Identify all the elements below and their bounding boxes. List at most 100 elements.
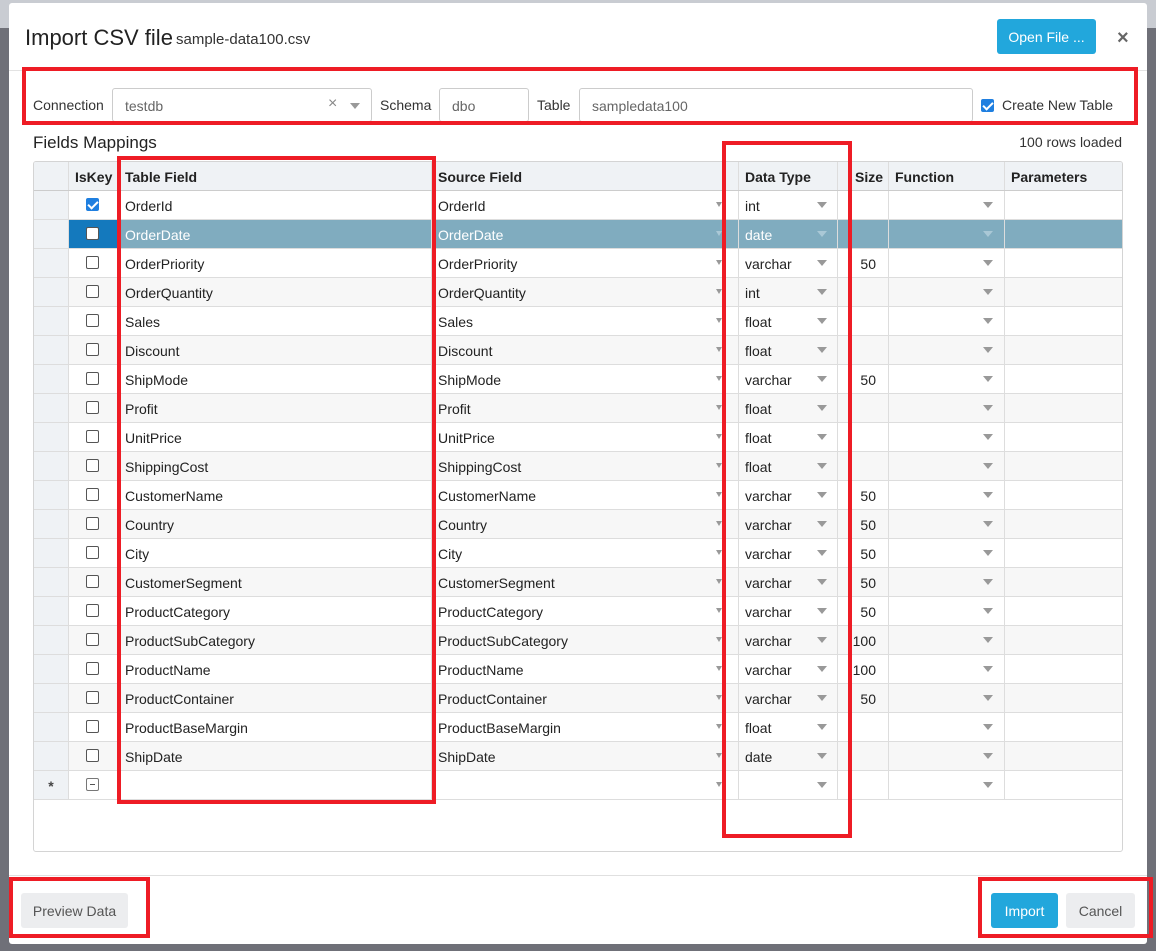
chevron-down-icon[interactable] <box>817 782 827 788</box>
chevron-down-icon[interactable] <box>716 405 722 410</box>
column-header-table-field[interactable]: Table Field <box>119 162 432 190</box>
table-field-cell[interactable]: ProductSubCategory <box>119 626 432 654</box>
size-cell[interactable]: 50 <box>838 597 889 625</box>
chevron-down-icon[interactable] <box>817 550 827 556</box>
row-header[interactable] <box>34 597 69 625</box>
preview-data-button[interactable]: Preview Data <box>21 893 128 928</box>
data-type-cell[interactable]: int <box>739 191 838 219</box>
function-cell[interactable] <box>889 249 1005 277</box>
chevron-down-icon[interactable] <box>716 637 722 642</box>
chevron-down-icon[interactable] <box>817 753 827 759</box>
chevron-down-icon[interactable] <box>716 202 722 207</box>
chevron-down-icon[interactable] <box>983 405 993 411</box>
table-field-cell[interactable]: ShipMode <box>119 365 432 393</box>
function-cell[interactable] <box>889 452 1005 480</box>
table-row[interactable]: ShipDate ShipDate date <box>34 742 1122 771</box>
chevron-down-icon[interactable] <box>983 753 993 759</box>
iskey-checkbox[interactable] <box>86 604 99 617</box>
chevron-down-icon[interactable] <box>817 260 827 266</box>
parameters-cell[interactable] <box>1005 336 1122 364</box>
row-header[interactable] <box>34 307 69 335</box>
chevron-down-icon[interactable] <box>983 782 993 788</box>
table-row[interactable]: ProductSubCategory ProductSubCategory varc… <box>34 626 1122 655</box>
chevron-down-icon[interactable] <box>716 521 722 526</box>
column-header-size[interactable]: Size <box>838 162 889 190</box>
chevron-down-icon[interactable] <box>983 463 993 469</box>
table-field-cell[interactable]: Discount <box>119 336 432 364</box>
table-row[interactable]: OrderId OrderId int <box>34 191 1122 220</box>
source-field-cell[interactable]: Discount <box>432 336 739 364</box>
parameters-cell[interactable] <box>1005 655 1122 683</box>
data-type-cell[interactable]: float <box>739 307 838 335</box>
iskey-checkbox[interactable] <box>86 662 99 675</box>
function-cell[interactable] <box>889 597 1005 625</box>
iskey-checkbox[interactable] <box>86 459 99 472</box>
chevron-down-icon[interactable] <box>716 376 722 381</box>
chevron-down-icon[interactable] <box>716 260 722 265</box>
source-field-cell[interactable]: UnitPrice <box>432 423 739 451</box>
chevron-down-icon[interactable] <box>716 724 722 729</box>
table-row[interactable]: Country Country varchar 50 <box>34 510 1122 539</box>
data-type-cell[interactable]: int <box>739 278 838 306</box>
size-cell[interactable]: 50 <box>838 684 889 712</box>
size-cell[interactable] <box>838 191 889 219</box>
chevron-down-icon[interactable] <box>716 347 722 352</box>
table-field-cell[interactable]: OrderId <box>119 191 432 219</box>
iskey-checkbox[interactable] <box>86 256 99 269</box>
size-cell[interactable] <box>838 713 889 741</box>
function-cell[interactable] <box>889 510 1005 538</box>
size-cell[interactable]: 50 <box>838 510 889 538</box>
chevron-down-icon[interactable] <box>983 521 993 527</box>
parameters-cell[interactable] <box>1005 626 1122 654</box>
iskey-checkbox[interactable] <box>86 198 99 211</box>
row-header[interactable] <box>34 278 69 306</box>
parameters-cell[interactable] <box>1005 597 1122 625</box>
table-row[interactable]: UnitPrice UnitPrice float <box>34 423 1122 452</box>
parameters-cell[interactable] <box>1005 539 1122 567</box>
parameters-cell[interactable] <box>1005 452 1122 480</box>
table-row[interactable]: ProductCategory ProductCategory varchar 50 <box>34 597 1122 626</box>
chevron-down-icon[interactable] <box>817 608 827 614</box>
function-cell[interactable] <box>889 394 1005 422</box>
data-type-cell[interactable]: float <box>739 713 838 741</box>
row-header[interactable] <box>34 481 69 509</box>
chevron-down-icon[interactable] <box>716 434 722 439</box>
iskey-checkbox[interactable] <box>86 546 99 559</box>
table-row[interactable]: OrderQuantity OrderQuantity int <box>34 278 1122 307</box>
chevron-down-icon[interactable] <box>983 579 993 585</box>
chevron-down-icon[interactable] <box>817 202 827 208</box>
chevron-down-icon[interactable] <box>983 318 993 324</box>
data-type-cell[interactable] <box>739 771 838 799</box>
iskey-checkbox[interactable] <box>86 285 99 298</box>
function-cell[interactable] <box>889 742 1005 770</box>
parameters-cell[interactable] <box>1005 684 1122 712</box>
iskey-cell[interactable] <box>69 307 119 335</box>
source-field-cell[interactable]: ShippingCost <box>432 452 739 480</box>
iskey-checkbox[interactable] <box>86 778 99 791</box>
chevron-down-icon[interactable] <box>817 463 827 469</box>
column-header-data-type[interactable]: Data Type <box>739 162 838 190</box>
chevron-down-icon[interactable] <box>817 434 827 440</box>
data-type-cell[interactable]: varchar <box>739 365 838 393</box>
table-row[interactable]: ProductContainer ProductContainer varchar 5… <box>34 684 1122 713</box>
iskey-checkbox[interactable] <box>86 343 99 356</box>
iskey-checkbox[interactable] <box>86 575 99 588</box>
size-cell[interactable] <box>838 220 889 248</box>
table-input[interactable]: sampledata100 <box>579 88 973 122</box>
parameters-cell[interactable] <box>1005 481 1122 509</box>
table-field-cell[interactable]: OrderPriority <box>119 249 432 277</box>
function-cell[interactable] <box>889 655 1005 683</box>
row-header[interactable] <box>34 742 69 770</box>
iskey-checkbox[interactable] <box>86 227 99 240</box>
parameters-cell[interactable] <box>1005 771 1122 799</box>
size-cell[interactable]: 50 <box>838 365 889 393</box>
row-header[interactable]: * <box>34 771 69 799</box>
row-header[interactable] <box>34 655 69 683</box>
chevron-down-icon[interactable] <box>983 608 993 614</box>
function-cell[interactable] <box>889 365 1005 393</box>
table-field-cell[interactable]: ShippingCost <box>119 452 432 480</box>
source-field-cell[interactable]: ProductSubCategory <box>432 626 739 654</box>
size-cell[interactable]: 50 <box>838 539 889 567</box>
source-field-cell[interactable]: CustomerSegment <box>432 568 739 596</box>
source-field-cell[interactable]: ProductCategory <box>432 597 739 625</box>
